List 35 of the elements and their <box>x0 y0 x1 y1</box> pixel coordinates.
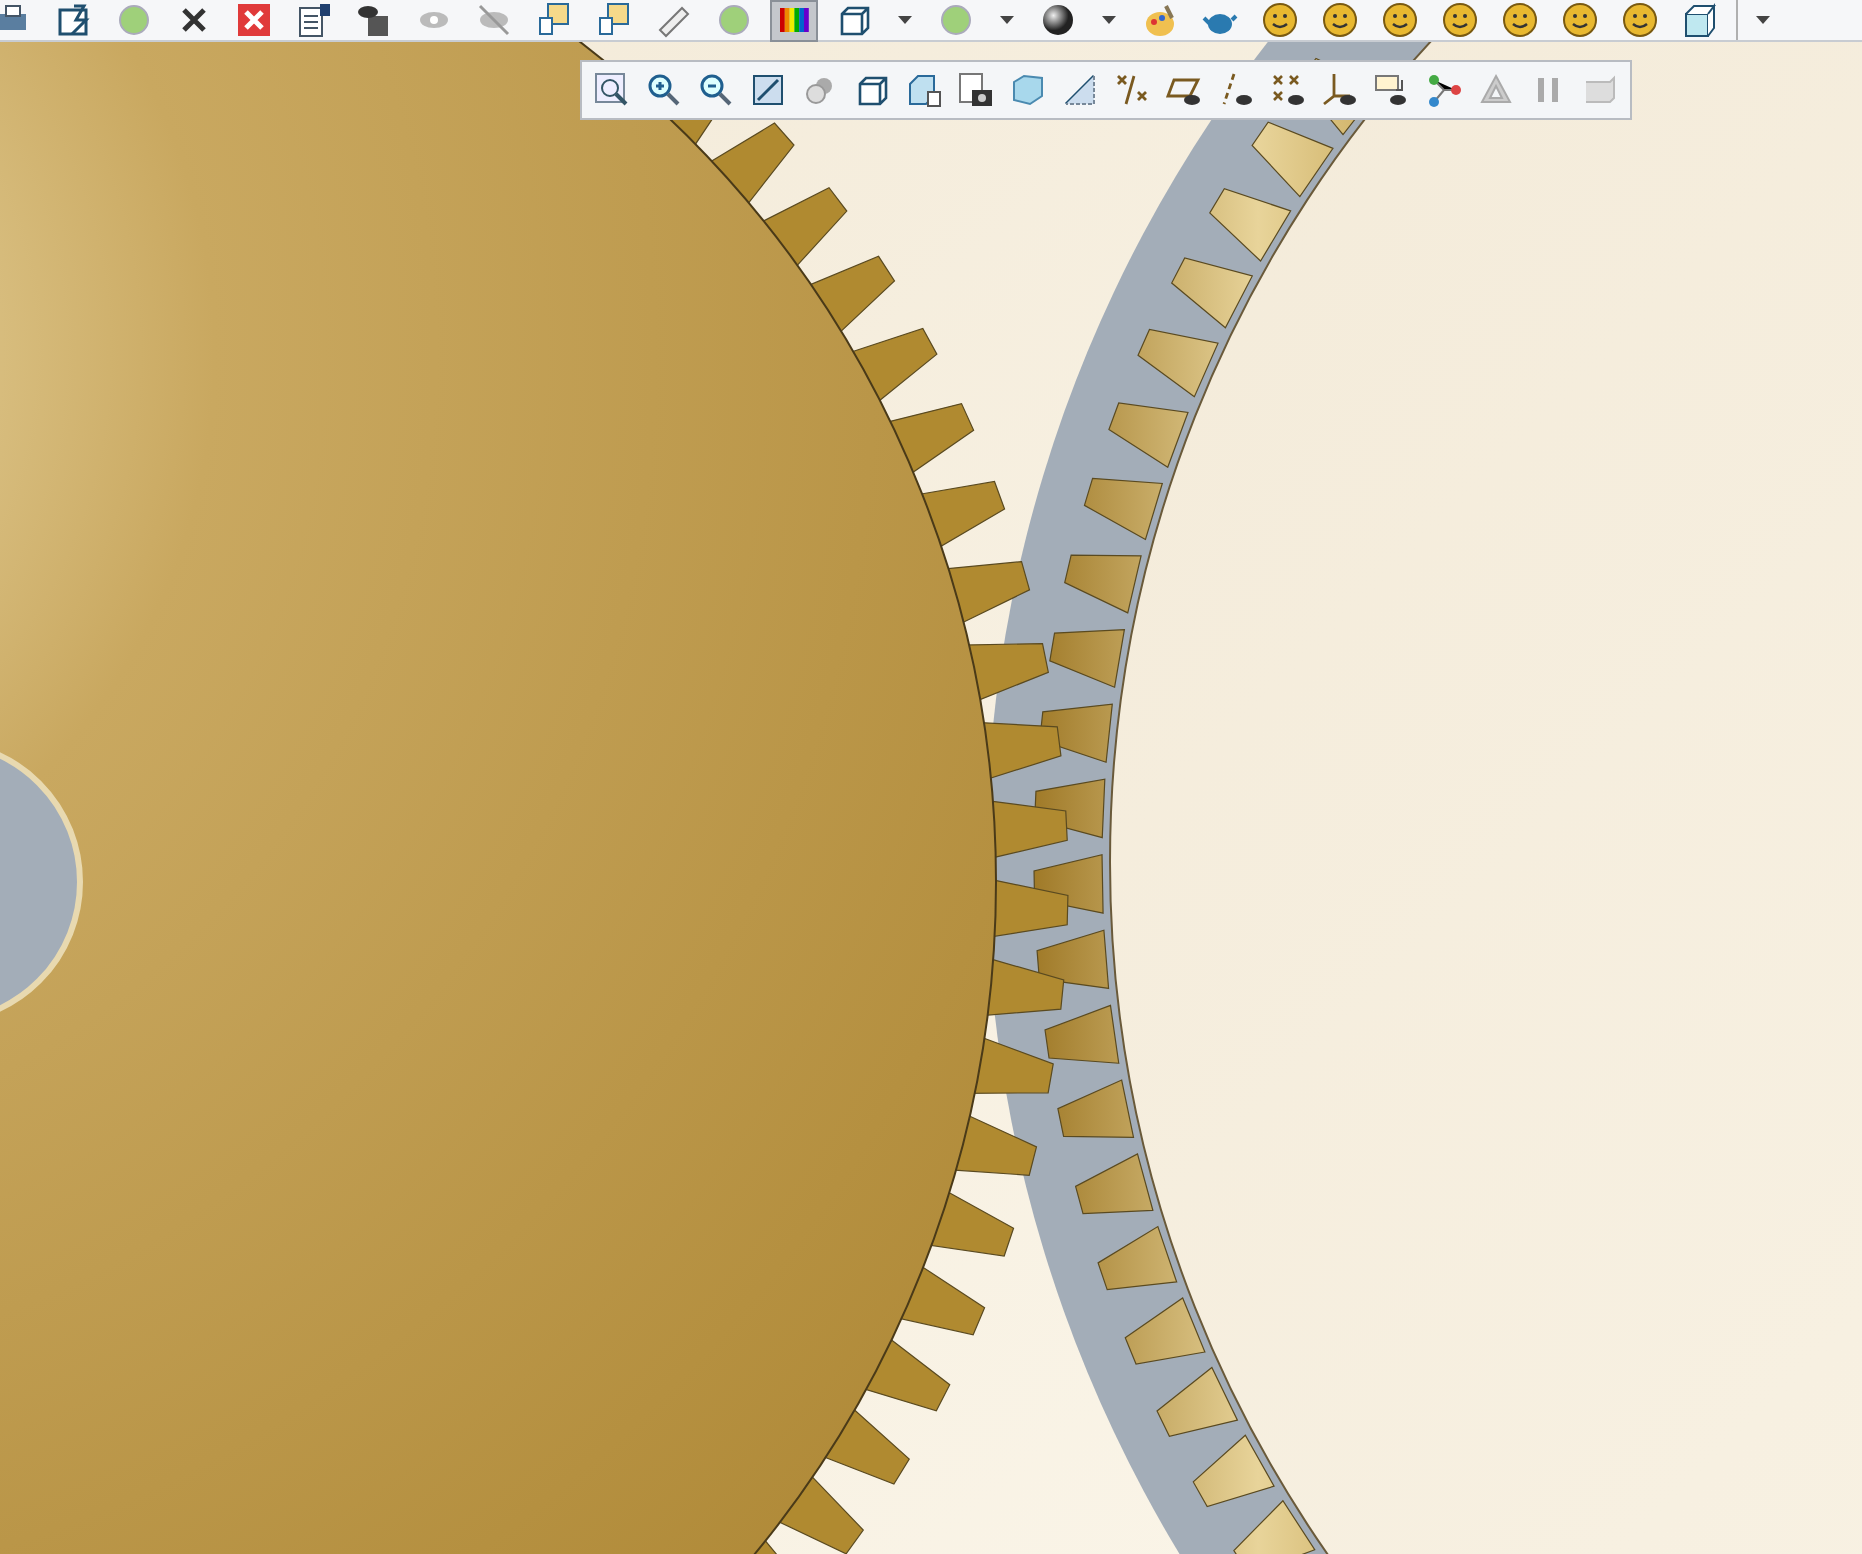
ball-icon <box>116 2 152 38</box>
triangle-icon <box>1478 72 1514 108</box>
color-bars-icon <box>776 2 812 38</box>
palette-icon <box>1142 2 1178 38</box>
smiley-icon <box>1382 2 1418 38</box>
nodes-icon <box>1426 72 1462 108</box>
smiley-icon <box>1322 2 1358 38</box>
sphere-icon <box>1040 2 1076 38</box>
cube-icon <box>906 72 942 108</box>
smiley-icon <box>1262 2 1298 38</box>
smiley-icon <box>1562 2 1598 38</box>
zoom-out-icon <box>698 72 734 108</box>
toolbar-button[interactable] <box>956 68 996 112</box>
plane-icon <box>1062 72 1098 108</box>
zoom-in-icon <box>646 72 682 108</box>
toolbar-button[interactable] <box>770 0 818 41</box>
glass-cube-icon <box>1010 72 1046 108</box>
ball-icon <box>716 2 752 38</box>
camera-list-icon <box>958 72 994 108</box>
smiley-icon <box>1622 2 1658 38</box>
spheres-icon <box>802 72 838 108</box>
points-visibility-icon <box>1270 72 1306 108</box>
note-visibility-icon <box>1374 72 1410 108</box>
eye-off-icon <box>476 2 512 38</box>
csys-visibility-icon <box>1322 72 1358 108</box>
zoom-fit-icon <box>594 72 630 108</box>
axis-visibility-icon <box>1218 72 1254 108</box>
save-icon <box>356 2 392 38</box>
datum-points-icon <box>1114 72 1150 108</box>
shade-icon <box>1582 72 1618 108</box>
smiley-icon <box>1442 2 1478 38</box>
cube-icon <box>854 72 890 108</box>
ball-icon <box>938 2 974 38</box>
repaint-icon <box>750 72 786 108</box>
smiley-icon <box>1502 2 1538 38</box>
